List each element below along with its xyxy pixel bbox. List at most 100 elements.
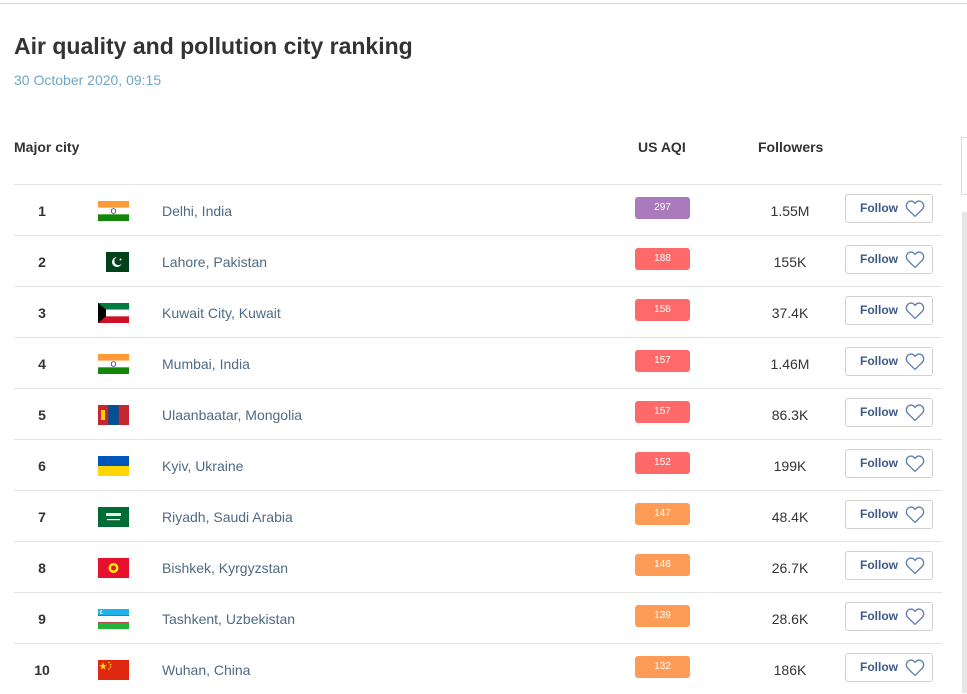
follow-button[interactable]: Follow — [845, 653, 933, 682]
india-flag-icon — [98, 354, 129, 374]
side-panel-edge — [961, 137, 967, 195]
followers-count: 186K — [773, 662, 807, 678]
aqi-badge: 132 — [635, 656, 690, 678]
mongolia-flag-icon — [98, 405, 129, 425]
aqi-badge: 147 — [635, 503, 690, 525]
followers-count: 1.46M — [770, 356, 810, 372]
rank-number: 8 — [38, 560, 46, 576]
followers-count: 48.4K — [771, 509, 809, 525]
followers-count: 155K — [773, 254, 807, 270]
follow-button-label: Follow — [860, 405, 898, 419]
follow-button-label: Follow — [860, 201, 898, 215]
follow-button[interactable]: Follow — [845, 602, 933, 631]
scrollbar[interactable] — [962, 212, 967, 693]
follow-button-label: Follow — [860, 354, 898, 368]
follow-button-label: Follow — [860, 252, 898, 266]
followers-count: 26.7K — [771, 560, 809, 576]
heart-icon — [905, 557, 925, 575]
ranking-table: 1 Delhi, India 297 1.55M Follow 2 Lahore, Paki… — [14, 184, 942, 694]
heart-icon — [905, 404, 925, 422]
table-row[interactable]: 2 Lahore, Pakistan 188 155K Follow — [14, 235, 942, 286]
header-major-city: Major city — [14, 139, 80, 155]
kyrgyzstan-flag-icon — [98, 558, 129, 578]
city-link[interactable]: Riyadh, Saudi Arabia — [162, 509, 293, 525]
rank-number: 9 — [38, 611, 46, 627]
heart-icon — [905, 455, 925, 473]
city-link[interactable]: Ulaanbaatar, Mongolia — [162, 407, 302, 423]
page-title: Air quality and pollution city ranking — [14, 33, 413, 59]
pakistan-flag-icon — [98, 252, 129, 272]
follow-button[interactable]: Follow — [845, 449, 933, 478]
aqi-badge: 146 — [635, 554, 690, 576]
rank-number: 4 — [38, 356, 46, 372]
heart-icon — [905, 353, 925, 371]
follow-button[interactable]: Follow — [845, 296, 933, 325]
rank-number: 1 — [38, 203, 46, 219]
header-us-aqi: US AQI — [638, 139, 686, 155]
followers-count: 86.3K — [771, 407, 809, 423]
table-row[interactable]: 6 Kyiv, Ukraine 152 199K Follow — [14, 439, 942, 490]
aqi-badge: 152 — [635, 452, 690, 474]
table-row[interactable]: 10 Wuhan, China 132 186K Follow — [14, 643, 942, 694]
follow-button[interactable]: Follow — [845, 551, 933, 580]
city-link[interactable]: Kyiv, Ukraine — [162, 458, 243, 474]
rank-number: 2 — [38, 254, 46, 270]
rank-number: 7 — [38, 509, 46, 525]
follow-button-label: Follow — [860, 456, 898, 470]
kuwait-flag-icon — [98, 303, 129, 323]
aqi-badge: 157 — [635, 350, 690, 372]
table-row[interactable]: 8 Bishkek, Kyrgyzstan 146 26.7K Follow — [14, 541, 942, 592]
city-link[interactable]: Bishkek, Kyrgyzstan — [162, 560, 288, 576]
follow-button-label: Follow — [860, 303, 898, 317]
city-link[interactable]: Wuhan, China — [162, 662, 250, 678]
city-link[interactable]: Tashkent, Uzbekistan — [162, 611, 295, 627]
followers-count: 199K — [773, 458, 807, 474]
top-divider — [0, 3, 967, 4]
follow-button-label: Follow — [860, 609, 898, 623]
ukraine-flag-icon — [98, 456, 129, 476]
follow-button[interactable]: Follow — [845, 500, 933, 529]
heart-icon — [905, 608, 925, 626]
saudi-arabia-flag-icon — [98, 507, 129, 527]
rank-number: 3 — [38, 305, 46, 321]
follow-button[interactable]: Follow — [845, 245, 933, 274]
rank-number: 10 — [34, 662, 50, 678]
city-link[interactable]: Delhi, India — [162, 203, 232, 219]
followers-count: 1.55M — [770, 203, 810, 219]
city-link[interactable]: Mumbai, India — [162, 356, 250, 372]
follow-button[interactable]: Follow — [845, 194, 933, 223]
heart-icon — [905, 659, 925, 677]
follow-button-label: Follow — [860, 507, 898, 521]
city-link[interactable]: Lahore, Pakistan — [162, 254, 267, 270]
follow-button-label: Follow — [860, 558, 898, 572]
rank-number: 5 — [38, 407, 46, 423]
followers-count: 37.4K — [771, 305, 809, 321]
table-row[interactable]: 3 Kuwait City, Kuwait 158 37.4K Follow — [14, 286, 942, 337]
aqi-badge: 158 — [635, 299, 690, 321]
aqi-badge: 188 — [635, 248, 690, 270]
page-timestamp: 30 October 2020, 09:15 — [14, 72, 162, 88]
table-row[interactable]: 1 Delhi, India 297 1.55M Follow — [14, 184, 942, 235]
table-row[interactable]: 4 Mumbai, India 157 1.46M Follow — [14, 337, 942, 388]
aqi-badge: 139 — [635, 605, 690, 627]
heart-icon — [905, 302, 925, 320]
follow-button[interactable]: Follow — [845, 347, 933, 376]
china-flag-icon — [98, 660, 129, 680]
table-row[interactable]: 5 Ulaanbaatar, Mongolia 157 86.3K Follow — [14, 388, 942, 439]
heart-icon — [905, 506, 925, 524]
heart-icon — [905, 251, 925, 269]
follow-button-label: Follow — [860, 660, 898, 674]
india-flag-icon — [98, 201, 129, 221]
table-header: Major city US AQI Followers — [14, 139, 942, 159]
uzbekistan-flag-icon — [98, 609, 129, 629]
table-row[interactable]: 9 Tashkent, Uzbekistan 139 28.6K Follow — [14, 592, 942, 643]
table-row[interactable]: 7 Riyadh, Saudi Arabia 147 48.4K Follow — [14, 490, 942, 541]
aqi-badge: 157 — [635, 401, 690, 423]
city-link[interactable]: Kuwait City, Kuwait — [162, 305, 281, 321]
heart-icon — [905, 200, 925, 218]
follow-button[interactable]: Follow — [845, 398, 933, 427]
rank-number: 6 — [38, 458, 46, 474]
followers-count: 28.6K — [771, 611, 809, 627]
header-followers: Followers — [758, 139, 824, 155]
aqi-badge: 297 — [635, 197, 690, 219]
